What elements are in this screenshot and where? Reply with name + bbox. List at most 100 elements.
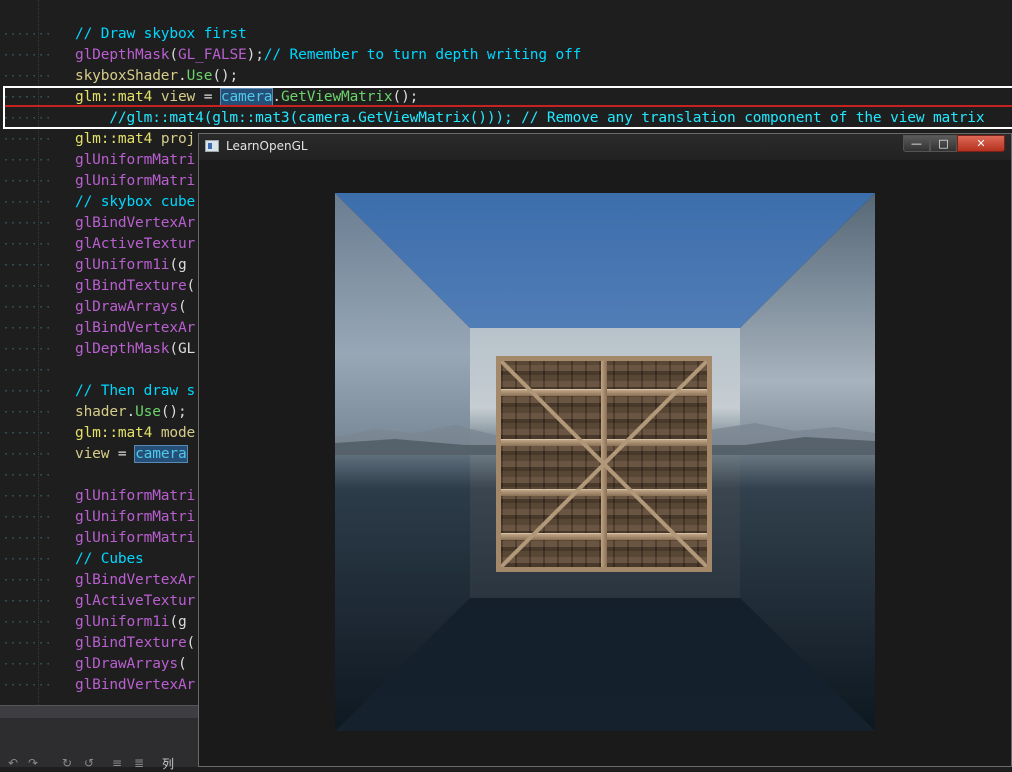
code-line[interactable]: ······· glUniformMatri — [3, 171, 196, 192]
undo-icon[interactable]: ↶ — [6, 756, 20, 770]
whitespace-dots: ······· — [3, 218, 53, 229]
code-token: glDepthMask — [75, 341, 170, 357]
code-token: // Remember to turn depth writing off — [263, 47, 582, 63]
code-line[interactable]: ······· glBindVertexAr — [3, 318, 196, 339]
code-line[interactable]: ······· glActiveTextur — [3, 234, 195, 255]
code-token: ( — [177, 299, 187, 315]
window-title: LearnOpenGL — [226, 139, 308, 153]
code-line[interactable]: ······· glm::mat4 mode — [3, 423, 196, 444]
code-line[interactable]: ······· glm::mat4 proj — [3, 129, 196, 150]
code-line[interactable]: ······· glDepthMask(GL — [3, 339, 195, 360]
code-line[interactable]: ······· glBindTexture( — [3, 276, 195, 297]
code-line[interactable]: ······· glUniformMatri — [3, 150, 196, 171]
whitespace-dots: ······· — [3, 281, 53, 292]
whitespace-dots: ······· — [3, 365, 53, 376]
window-titlebar[interactable]: LearnOpenGL — □ ✕ — [199, 134, 1011, 160]
code-line[interactable]: ······· shader.Use(); — [3, 402, 187, 423]
code-line[interactable]: ······· glUniformMatri — [3, 528, 195, 549]
code-token: skyboxShader — [75, 68, 178, 84]
code-line[interactable]: ······· glUniform1i(g — [3, 612, 187, 633]
app-icon — [205, 140, 219, 152]
whitespace-dots: ······· — [3, 617, 53, 628]
code-token: glBindVertexAr — [75, 677, 196, 693]
code-token: ( — [169, 47, 178, 63]
code-token: (); — [160, 404, 187, 420]
code-line[interactable]: ······· // Then draw s — [3, 381, 196, 402]
whitespace-dots: ······· — [3, 449, 53, 460]
code-token: glDrawArrays — [75, 656, 178, 672]
highlighted-code-block — [3, 86, 1012, 129]
code-line[interactable]: ······· glBindTexture( — [3, 633, 195, 654]
editor-toolbar: ↶ ↷ ↻ ↺ ≡ ≣ 列 — [0, 718, 200, 771]
code-token: Use — [135, 404, 161, 420]
code-line[interactable]: ······· glDrawArrays( — [3, 654, 187, 675]
whitespace-dots: ······· — [3, 575, 53, 586]
comment-icon[interactable]: ≡ — [110, 756, 124, 770]
whitespace-dots: ······· — [3, 470, 53, 481]
code-line[interactable]: ······· glActiveTextur — [3, 591, 196, 612]
code-token: glDepthMask — [75, 47, 170, 63]
whitespace-dots: ······· — [3, 659, 53, 670]
code-token: proj — [160, 131, 196, 147]
whitespace-dots: ······· — [3, 71, 53, 82]
code-line[interactable]: ······· skyboxShader.Use(); — [3, 66, 239, 87]
code-line[interactable]: ······· glUniformMatri — [3, 507, 196, 528]
code-token: glm::mat4 — [75, 425, 153, 441]
whitespace-dots: ······· — [3, 323, 53, 334]
code-token: camera — [134, 445, 188, 463]
editor-horizontal-scrollbar[interactable] — [0, 705, 200, 718]
maximize-button[interactable]: □ — [930, 135, 957, 152]
whitespace-dots: ······· — [3, 239, 53, 250]
code-token: glUniformMatri — [75, 173, 196, 189]
code-token: mode — [160, 425, 196, 441]
whitespace-dots: ······· — [3, 302, 53, 313]
code-line[interactable]: ······· // Draw skybox first — [3, 24, 247, 45]
whitespace-dots: ······· — [3, 533, 53, 544]
minimize-button[interactable]: — — [903, 135, 930, 152]
code-line[interactable]: ······· glUniform1i(g — [3, 255, 187, 276]
code-token: glUniformMatri — [75, 509, 196, 525]
whitespace-dots: ······· — [3, 491, 53, 502]
code-token: = — [109, 446, 136, 462]
code-token: // Then draw s — [75, 383, 196, 399]
code-token: glUniformMatri — [75, 152, 196, 168]
code-token: glm::mat4 — [75, 131, 153, 147]
whitespace-dots: ······· — [3, 134, 53, 145]
code-line[interactable]: ······· glDepthMask(GL_FALSE);// Remember… — [3, 45, 582, 66]
opengl-viewport[interactable] — [205, 161, 1005, 762]
code-token: (g — [169, 257, 187, 273]
code-line[interactable]: ······· view = camera — [3, 444, 188, 465]
code-line[interactable]: ······· glBindVertexAr — [3, 213, 195, 234]
close-button[interactable]: ✕ — [957, 135, 1005, 152]
refresh-icon[interactable]: ↺ — [82, 756, 96, 770]
code-line[interactable]: ······· glUniformMatri — [3, 486, 195, 507]
code-token: (g — [169, 614, 187, 630]
uncomment-icon[interactable]: ≣ — [132, 756, 146, 770]
format-icon[interactable]: ↻ — [60, 756, 74, 770]
close-icon: ✕ — [976, 137, 986, 150]
code-token: view — [75, 446, 110, 462]
code-line[interactable]: ······· glBindVertexAr — [3, 675, 196, 696]
whitespace-dots: ······· — [3, 260, 53, 271]
code-token: glBindVertexAr — [75, 572, 196, 588]
code-token: glActiveTextur — [75, 593, 196, 609]
wooden-crate — [496, 356, 712, 572]
redo-icon[interactable]: ↷ — [26, 756, 40, 770]
code-token: // skybox cube — [75, 194, 196, 210]
code-token: shader — [75, 404, 127, 420]
code-token: GL_FALSE — [177, 47, 247, 63]
code-token: glBindVertexAr — [75, 320, 196, 336]
code-line[interactable]: ······· // skybox cube — [3, 192, 196, 213]
code-line[interactable]: ······· // Cubes — [3, 549, 144, 570]
learnopengl-window[interactable]: LearnOpenGL — □ ✕ — [198, 133, 1012, 767]
whitespace-dots: ······· — [3, 386, 53, 397]
whitespace-dots: ······· — [3, 50, 53, 61]
code-token: Use — [186, 68, 213, 84]
code-token: (); — [212, 68, 239, 84]
code-line[interactable]: ······· glDrawArrays( — [3, 297, 187, 318]
skybox-scene — [335, 193, 875, 731]
code-line[interactable]: ······· glBindVertexAr — [3, 570, 196, 591]
whitespace-dots: ······· — [3, 596, 53, 607]
whitespace-dots: ······· — [3, 638, 53, 649]
code-token: // Draw skybox first — [75, 26, 247, 42]
